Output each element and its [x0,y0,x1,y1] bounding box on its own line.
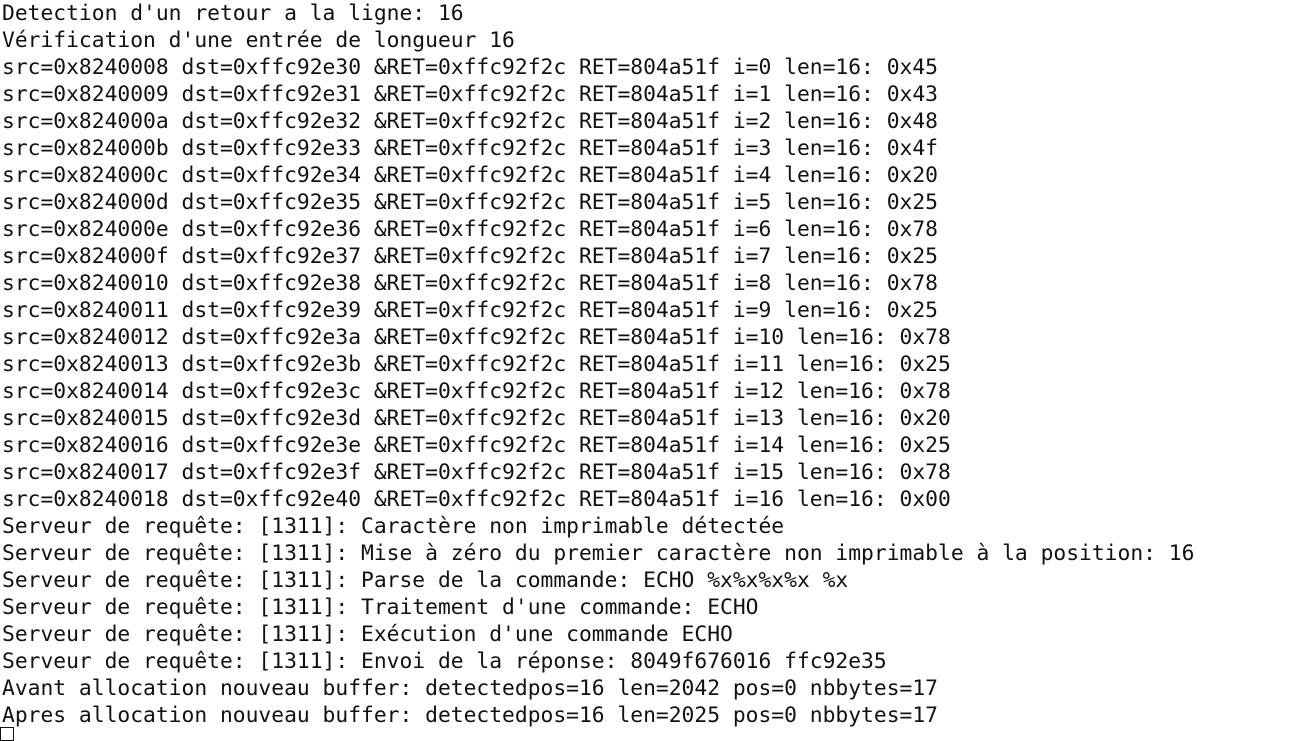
log-line: Serveur de requête: [1311]: Envoi de la … [2,649,887,674]
terminal-output[interactable]: Detection d'un retour a la ligne: 16 Vér… [0,0,1316,738]
block-cursor-icon[interactable] [0,727,14,741]
log-line: src=0x824000a dst=0xffc92e32 &RET=0xffc9… [2,109,938,134]
log-line: src=0x824000d dst=0xffc92e35 &RET=0xffc9… [2,190,938,215]
log-line: src=0x8240018 dst=0xffc92e40 &RET=0xffc9… [2,487,951,512]
log-line: src=0x824000c dst=0xffc92e34 &RET=0xffc9… [2,163,938,188]
log-line: Serveur de requête: [1311]: Caractère no… [2,514,785,539]
log-line: src=0x8240011 dst=0xffc92e39 &RET=0xffc9… [2,298,938,323]
log-line: src=0x8240017 dst=0xffc92e3f &RET=0xffc9… [2,460,951,485]
log-line: Serveur de requête: [1311]: Traitement d… [2,595,759,620]
log-line: src=0x8240010 dst=0xffc92e38 &RET=0xffc9… [2,271,938,296]
log-line: src=0x8240012 dst=0xffc92e3a &RET=0xffc9… [2,325,951,350]
log-line: src=0x824000f dst=0xffc92e37 &RET=0xffc9… [2,244,938,269]
log-line: src=0x8240008 dst=0xffc92e30 &RET=0xffc9… [2,55,938,80]
log-line: src=0x8240015 dst=0xffc92e3d &RET=0xffc9… [2,406,951,431]
log-line: Serveur de requête: [1311]: Mise à zéro … [2,541,1195,566]
log-line: src=0x8240013 dst=0xffc92e3b &RET=0xffc9… [2,352,951,377]
log-line: src=0x8240016 dst=0xffc92e3e &RET=0xffc9… [2,433,951,458]
log-line: Apres allocation nouveau buffer: detecte… [2,703,938,728]
log-line: src=0x8240009 dst=0xffc92e31 &RET=0xffc9… [2,82,938,107]
log-line: Vérification d'une entrée de longueur 16 [2,28,515,53]
log-line: Serveur de requête: [1311]: Exécution d'… [2,622,733,647]
log-line: src=0x824000b dst=0xffc92e33 &RET=0xffc9… [2,136,938,161]
log-line: Detection d'un retour a la ligne: 16 [2,1,464,26]
log-line: src=0x8240014 dst=0xffc92e3c &RET=0xffc9… [2,379,951,404]
log-line: src=0x824000e dst=0xffc92e36 &RET=0xffc9… [2,217,938,242]
log-line: Serveur de requête: [1311]: Parse de la … [2,568,849,593]
log-line: Avant allocation nouveau buffer: detecte… [2,676,938,701]
